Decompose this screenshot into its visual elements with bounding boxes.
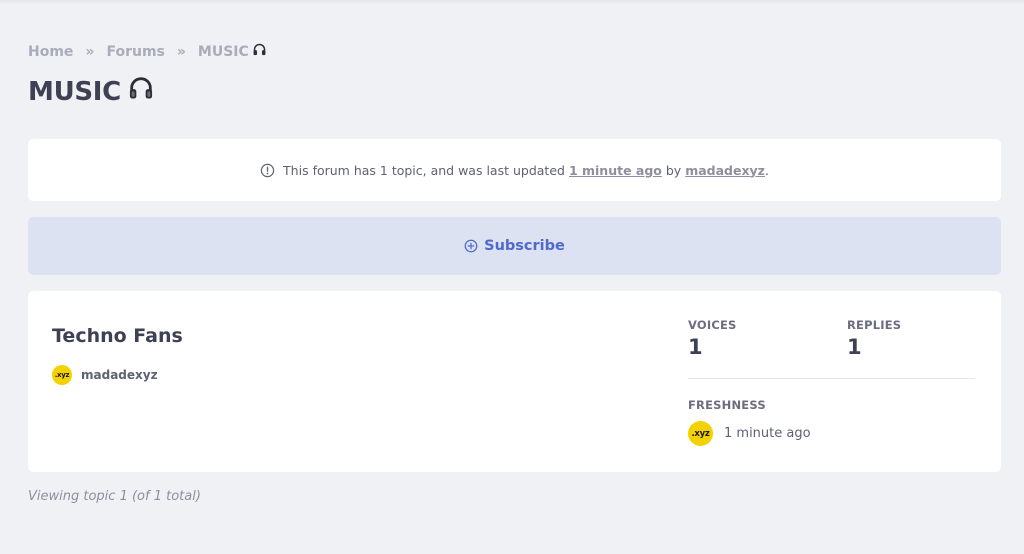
page-title-text: MUSIC [28, 76, 121, 107]
avatar[interactable]: .xyz [688, 421, 713, 446]
replies-stat: REPLIES 1 [847, 318, 901, 359]
stats-divider [688, 378, 975, 379]
info-icon [260, 163, 275, 178]
author-name[interactable]: madadexyz [81, 368, 158, 382]
breadcrumb-separator: » [85, 43, 95, 60]
breadcrumb-home-link[interactable]: Home [28, 44, 73, 60]
voices-count: 1 [688, 335, 703, 359]
voices-stat: VOICES 1 [688, 318, 737, 359]
replies-label: REPLIES [847, 318, 902, 332]
pagination-count: Viewing topic 1 (of 1 total) [28, 489, 201, 504]
freshness-link[interactable]: 1 minute ago [724, 426, 811, 441]
info-suffix: . [764, 162, 769, 178]
replies-count: 1 [847, 335, 862, 359]
freshness-row: .xyz 1 minute ago [688, 421, 811, 446]
breadcrumb-current-label: MUSIC [197, 43, 249, 60]
subscribe-label: Subscribe [484, 238, 565, 254]
plus-circle-icon [464, 239, 478, 253]
freshness-label: FRESHNESS [688, 398, 766, 412]
breadcrumb-separator: » [176, 43, 186, 60]
headphones-icon [252, 42, 267, 61]
last-poster-link[interactable]: madadexyz [685, 163, 765, 178]
headphones-icon [127, 74, 155, 109]
forum-info-notice: This forum has 1 topic, and was last upd… [28, 139, 1001, 201]
subscribe-button[interactable]: Subscribe [28, 217, 1001, 275]
last-updated-link[interactable]: 1 minute ago [569, 163, 662, 178]
breadcrumb-forums-link[interactable]: Forums [106, 44, 164, 60]
page-title: MUSIC [28, 74, 155, 109]
top-shadow [0, 0, 1024, 4]
breadcrumb-current: MUSIC [198, 42, 267, 61]
info-by-text: by [665, 162, 682, 178]
freshness-stat: FRESHNESS .xyz 1 minute ago [688, 398, 811, 446]
topic-card: Techno Fans .xyz madadexyz VOICES 1 REPL… [28, 291, 1001, 472]
info-text: This forum has 1 topic, and was last upd… [283, 162, 565, 178]
topic-title-link[interactable]: Techno Fans [52, 325, 183, 347]
breadcrumb: Home » Forums » MUSIC [28, 42, 267, 61]
avatar[interactable]: .xyz [52, 365, 72, 385]
topic-author[interactable]: .xyz madadexyz [52, 365, 158, 385]
voices-label: VOICES [688, 318, 737, 332]
